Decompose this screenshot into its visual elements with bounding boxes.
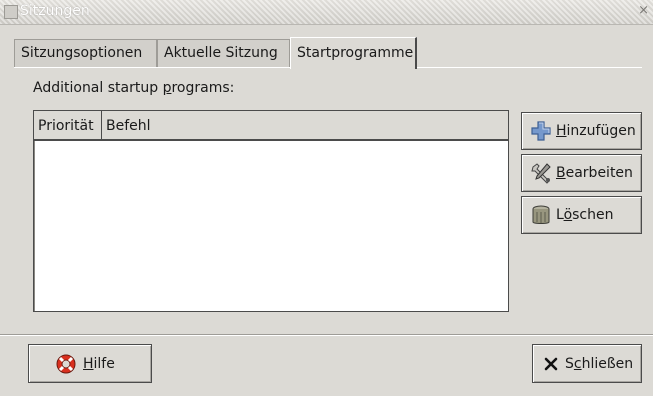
edit-button[interactable]: Bearbeiten bbox=[521, 154, 642, 192]
delete-button-label: Löschen bbox=[556, 207, 614, 223]
title-bar[interactable]: Sitzungen × bbox=[0, 0, 653, 25]
tab-label: Aktuelle Sitzung bbox=[164, 45, 278, 61]
help-button[interactable]: Hilfe bbox=[28, 344, 152, 383]
column-header-priority[interactable]: Priorität bbox=[34, 111, 102, 141]
sessions-window: Sitzungen × Sitzungsoptionen Aktuelle Si… bbox=[0, 0, 653, 396]
close-button-label: Schließen bbox=[565, 355, 634, 372]
window-menu-icon[interactable] bbox=[4, 5, 18, 19]
lifebuoy-icon bbox=[55, 353, 77, 375]
close-button[interactable]: Schließen bbox=[532, 344, 642, 383]
tab-startup-programs[interactable]: Startprogramme bbox=[290, 37, 417, 69]
add-button[interactable]: Hinzufügen bbox=[521, 112, 642, 150]
tab-current-session[interactable]: Aktuelle Sitzung bbox=[157, 39, 290, 67]
footer-separator bbox=[0, 334, 653, 336]
tools-icon bbox=[530, 162, 552, 184]
tab-label: Sitzungsoptionen bbox=[21, 45, 143, 61]
add-button-label: Hinzufügen bbox=[556, 123, 636, 139]
help-button-label: Hilfe bbox=[83, 355, 115, 372]
window-title: Sitzungen bbox=[20, 3, 90, 19]
plus-icon bbox=[530, 120, 552, 142]
column-header-command[interactable]: Befehl bbox=[102, 111, 508, 141]
tab-label: Startprogramme bbox=[297, 45, 414, 61]
tab-session-options[interactable]: Sitzungsoptionen bbox=[14, 39, 157, 67]
startup-programs-label: Additional startup programs: bbox=[33, 80, 235, 96]
window-close-icon[interactable]: × bbox=[638, 3, 649, 18]
delete-button[interactable]: Löschen bbox=[521, 196, 642, 234]
edit-button-label: Bearbeiten bbox=[556, 165, 633, 181]
trash-icon bbox=[530, 204, 552, 226]
startup-programs-list[interactable]: Priorität Befehl bbox=[33, 110, 509, 312]
close-x-icon bbox=[543, 356, 559, 372]
